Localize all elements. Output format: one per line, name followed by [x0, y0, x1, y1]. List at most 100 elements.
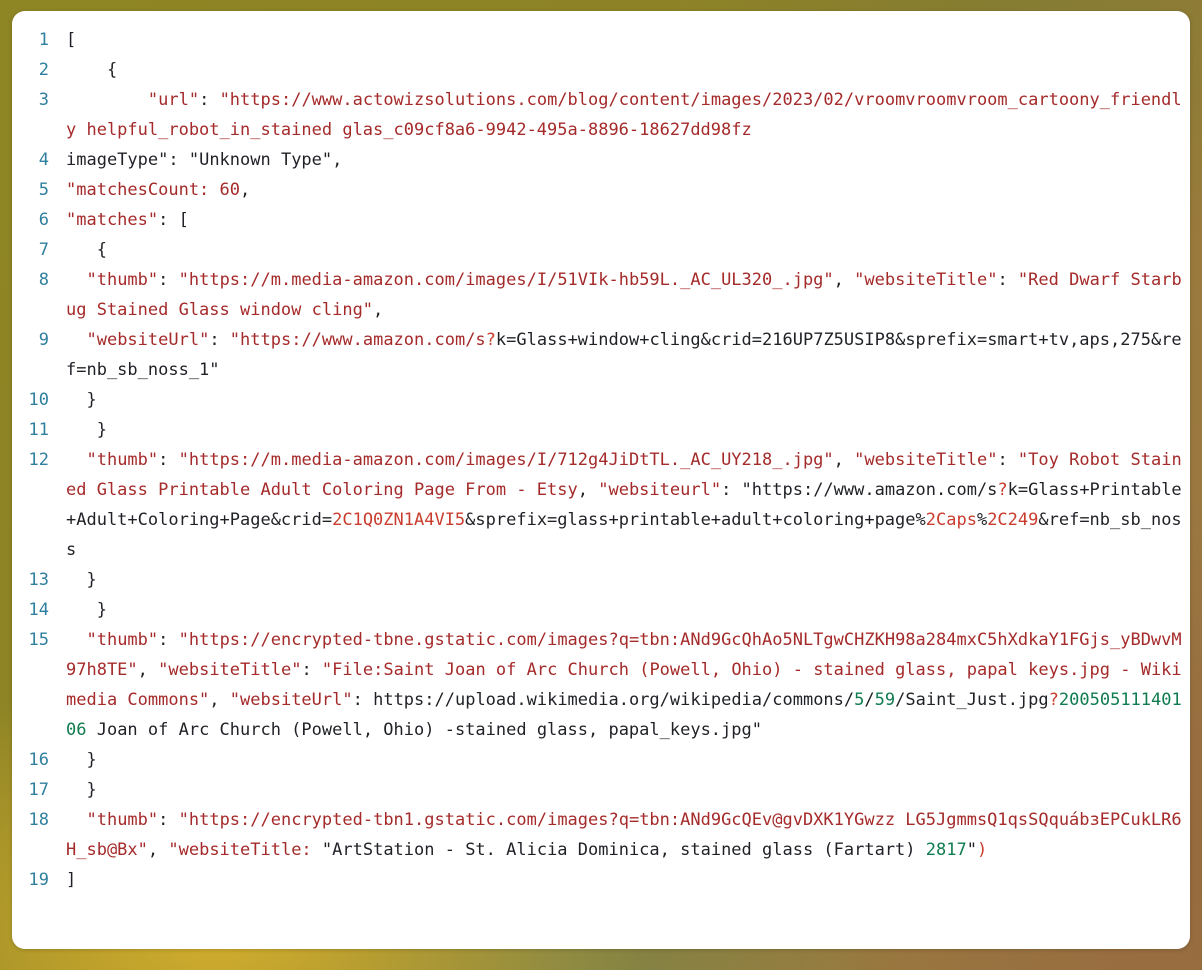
line-number: 9 [38, 330, 49, 350]
line-number: 10 [28, 390, 49, 410]
line-number: 15 [28, 630, 49, 650]
line-number: 4 [38, 150, 49, 170]
code-line-text: } [66, 385, 1184, 415]
code-token-str: "websiteurl" [598, 480, 722, 500]
code-token-plain: : [158, 630, 179, 650]
code-token-plain: : [721, 480, 742, 500]
code-token-plain: : [997, 450, 1018, 470]
code-token-str: "https://www.actowizsolutions.com/blog/c… [66, 90, 1182, 140]
code-token-plain: } [66, 570, 97, 590]
code-token-plain: &sprefix=glass+printable+adult+coloring+… [465, 510, 926, 530]
code-token-plain: imageType" [66, 150, 169, 170]
code-token-brightred: 2C249 [987, 510, 1039, 530]
line-number: 18 [28, 810, 49, 830]
line-number: 7 [38, 240, 49, 260]
code-token-num: 2817 [925, 840, 967, 860]
code-line: 4 imageType": "Unknown Type", [12, 145, 1184, 175]
code-token-plain: : [997, 270, 1018, 290]
code-token-brightred: ? [1048, 690, 1059, 710]
code-token-str: "websiteTitle: [168, 840, 322, 860]
code-token-plain: } [66, 750, 97, 770]
code-token-plain: : [168, 150, 189, 170]
code-line: 3 "url": "https://www.actowizsolutions.c… [12, 85, 1184, 145]
code-token-plain: [ [66, 30, 77, 50]
code-token-plain: , [240, 180, 251, 200]
code-line-text: } [66, 565, 1184, 595]
code-line: 18 "thumb": "https://encrypted-tbn1.gsta… [12, 805, 1184, 865]
code-line-text: "websiteUrl": "https://www.amazon.com/s?… [66, 325, 1184, 385]
code-token-plain: , [577, 480, 599, 500]
line-number: 16 [28, 750, 49, 770]
code-token-str: "websiteUrl" [229, 690, 353, 710]
code-token-plain: } [66, 390, 97, 410]
code-token-plain: https://upload.wikimedia.org/wikipedia/c… [373, 690, 855, 710]
code-token-str: "https://www.amazon.com/s [229, 330, 486, 350]
code-token-plain: } [66, 780, 97, 800]
code-token-plain: Joan of Arc Church (Powell, Ohio) -stain… [86, 720, 762, 740]
code-token-plain: "ArtStation - St. Alicia Dominica, stain… [321, 840, 926, 860]
code-block[interactable]: 1 [2 {3 "url": "https://www.actowizsoluti… [12, 11, 1190, 949]
code-token-plain: { [66, 240, 107, 260]
code-token-plain: } [66, 600, 107, 620]
code-card: 1 [2 {3 "url": "https://www.actowizsoluti… [12, 11, 1190, 949]
line-number: 8 [38, 270, 49, 290]
code-line: 19] [12, 865, 1184, 895]
code-line-text: } [66, 775, 1184, 805]
code-token-plain: : [301, 660, 322, 680]
code-line: 7 { [12, 235, 1184, 265]
code-token-str: "websiteUrl" [86, 330, 210, 350]
code-line-text: [ [66, 25, 1184, 55]
code-line: 14 } [12, 595, 1184, 625]
code-line-text: { [66, 55, 1184, 85]
code-token-brightred: 2Caps [925, 510, 977, 530]
code-line: 11 } [12, 415, 1184, 445]
code-token-plain: , [209, 690, 230, 710]
code-token-plain: : [199, 90, 220, 110]
code-token-num: 59 [874, 690, 896, 710]
line-number: 12 [28, 450, 49, 470]
line-number: 3 [38, 90, 49, 110]
code-line-text: { [66, 235, 1184, 265]
code-token-plain: / [864, 690, 875, 710]
line-number: 17 [28, 780, 49, 800]
code-token-plain: : [158, 270, 179, 290]
code-line-text: } [66, 745, 1184, 775]
line-number: 5 [38, 180, 49, 200]
code-line: 12 "thumb": "https://m.media-amazon.com/… [12, 445, 1184, 565]
code-token-plain: /Saint_Just.jpg [895, 690, 1049, 710]
code-token-str: "thumb" [86, 810, 159, 830]
code-token-str: "https://m.media-amazon.com/images/I/712… [178, 450, 834, 470]
code-token-plain: "Unknown Type" [188, 150, 333, 170]
code-token-plain: : [209, 330, 230, 350]
code-line: 9 "websiteUrl": "https://www.amazon.com/… [12, 325, 1184, 385]
code-token-str: "websiteTitle" [854, 270, 998, 290]
code-token-plain: } [66, 420, 107, 440]
code-token-plain: "https://www.amazon.com/s [741, 480, 998, 500]
code-line-text: "matches": [ [66, 205, 1184, 235]
code-token-plain: , [332, 150, 343, 170]
code-token-str: "websiteTitle" [158, 660, 302, 680]
code-line: 5 "matchesCount: 60, [12, 175, 1184, 205]
code-line: 16 } [12, 745, 1184, 775]
code-token-plain: , [147, 840, 169, 860]
code-line-text: "url": "https://www.actowizsolutions.com… [66, 85, 1184, 145]
code-token-plain: " [966, 840, 977, 860]
code-token-num: 5 [854, 690, 865, 710]
code-token-plain: , [833, 450, 855, 470]
code-line: 15 "thumb": "https://encrypted-tbne.gsta… [12, 625, 1184, 745]
code-token-str: "thumb" [86, 270, 159, 290]
code-line-text: "thumb": "https://m.media-amazon.com/ima… [66, 265, 1184, 325]
code-token-str: "matches" [66, 210, 159, 230]
code-line: 13 } [12, 565, 1184, 595]
code-token-str: "thumb" [86, 630, 159, 650]
code-token-plain: , [833, 270, 855, 290]
code-line: 8 "thumb": "https://m.media-amazon.com/i… [12, 265, 1184, 325]
code-token-str: "url" [147, 90, 200, 110]
line-number: 1 [38, 30, 49, 50]
code-token-str: "https://m.media-amazon.com/images/I/51V… [178, 270, 834, 290]
line-number: 2 [38, 60, 49, 80]
